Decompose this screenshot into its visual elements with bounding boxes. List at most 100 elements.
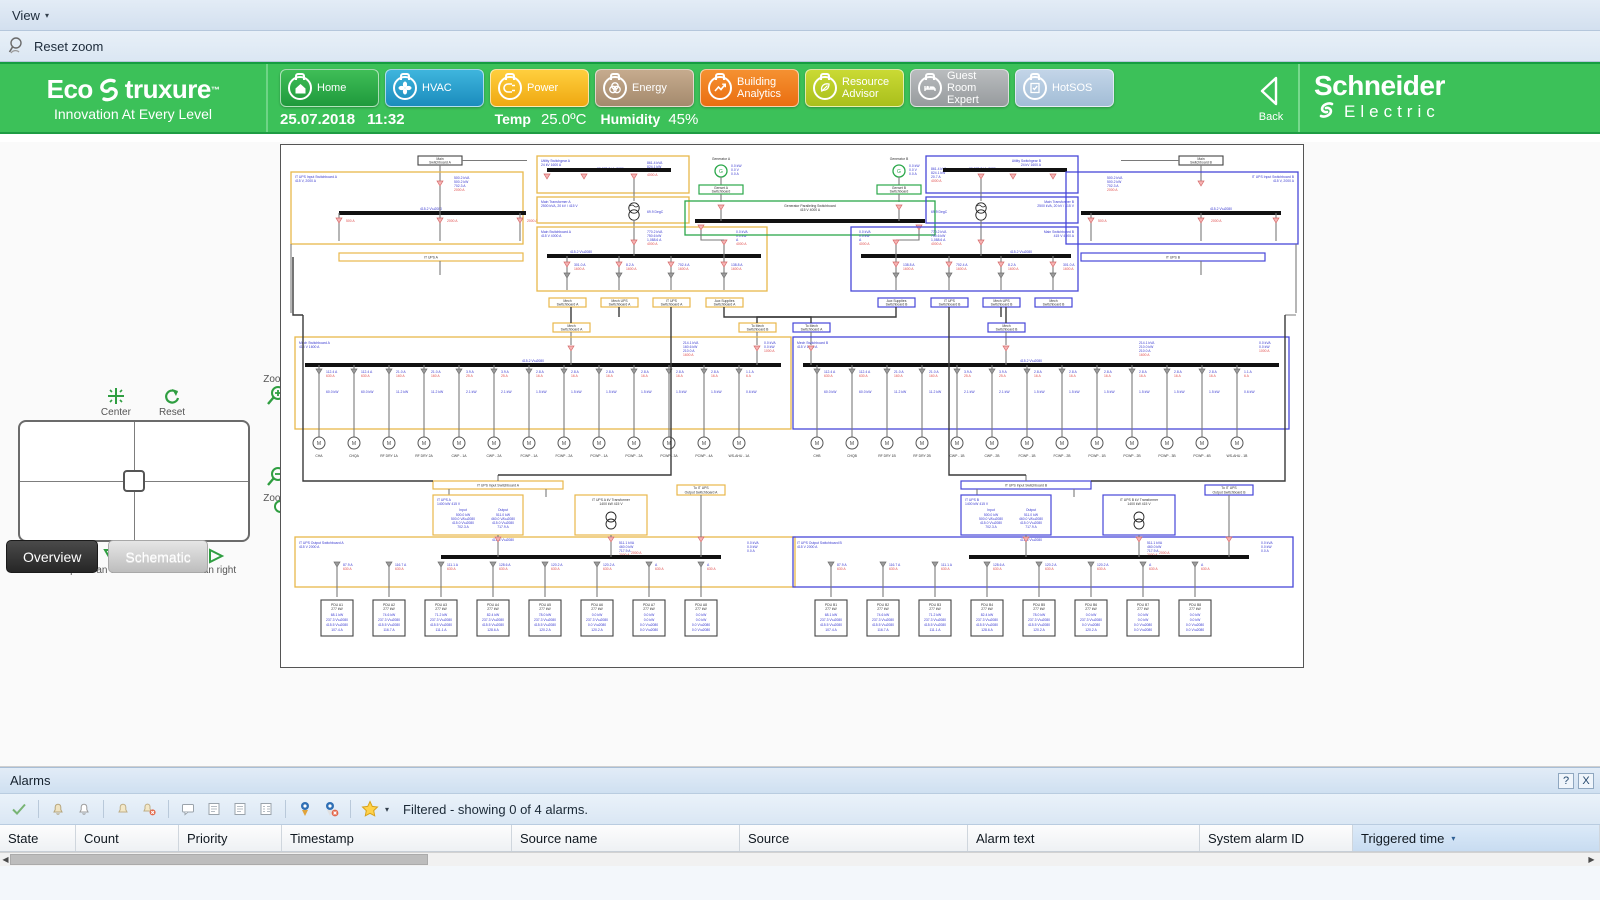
schneider-sub-label: Electric	[1344, 102, 1440, 122]
svg-text:WS-AHU - 1B: WS-AHU - 1B	[1227, 454, 1249, 458]
silence-bell-icon[interactable]	[47, 798, 69, 820]
svg-text:415.2 V\u2080: 415.2 V\u2080	[420, 207, 442, 211]
acknowledge-check-icon[interactable]	[8, 798, 30, 820]
close-icon[interactable]: X	[1578, 773, 1594, 789]
column-header-state[interactable]: State	[0, 825, 76, 851]
nav-button-hotsos[interactable]: HotSOS	[1015, 69, 1114, 107]
favorite-dropdown-caret-icon[interactable]: ▾	[385, 805, 389, 814]
column-header-system-alarm-id[interactable]: System alarm ID	[1200, 825, 1353, 851]
svg-text:1.5 kW: 1.5 kW	[676, 390, 687, 394]
svg-text:415.2 V\u2080: 415.2 V\u2080	[570, 250, 592, 254]
viewport-minimap[interactable]	[18, 420, 250, 542]
svg-text:16 A: 16 A	[1104, 374, 1112, 378]
svg-text:M: M	[387, 441, 391, 447]
svg-text:4000 A: 4000 A	[647, 242, 658, 246]
column-header-source[interactable]: Source	[740, 825, 968, 851]
svg-text:PCWP - 2A: PCWP - 2A	[625, 454, 643, 458]
svg-text:277 kW: 277 kW	[539, 607, 551, 611]
reset-zoom-label[interactable]: Reset zoom	[34, 39, 103, 54]
column-header-priority[interactable]: Priority	[179, 825, 282, 851]
reset-button[interactable]: Reset	[159, 386, 185, 418]
svg-text:277 kW: 277 kW	[435, 607, 447, 611]
svg-text:4000 A: 4000 A	[647, 173, 658, 177]
column-header-count[interactable]: Count	[76, 825, 179, 851]
svg-text:160 A: 160 A	[396, 374, 405, 378]
svg-text:16 A: 16 A	[1174, 374, 1182, 378]
svg-text:FCWP - 1A: FCWP - 1A	[520, 454, 538, 458]
overview-button[interactable]: Overview	[6, 540, 98, 573]
mech-b-load-7: 2.8 A16 A1.5 kWMFCWP - 2B	[1053, 365, 1080, 458]
reset-zoom-magnifier-icon[interactable]	[8, 36, 28, 56]
column-header-timestamp[interactable]: Timestamp	[282, 825, 512, 851]
svg-text:415.5 V\u2080: 415.5 V\u2080	[872, 623, 894, 627]
event-log-icon[interactable]	[229, 798, 251, 820]
nav-button-home[interactable]: Home	[280, 69, 379, 107]
svg-text:24 kV 1600 A: 24 kV 1600 A	[1021, 163, 1042, 167]
status-humidity-value: 45%	[668, 111, 698, 128]
scrollbar-thumb[interactable]	[10, 854, 428, 865]
reset-button-label: Reset	[159, 407, 185, 418]
minimap-viewport-handle[interactable]	[123, 470, 145, 492]
svg-text:74.6 kW: 74.6 kW	[383, 613, 396, 617]
svg-text:1.5 kW: 1.5 kW	[1104, 390, 1115, 394]
svg-text:415.2 V\u2080: 415.2 V\u2080	[1010, 250, 1032, 254]
column-header-triggered-time[interactable]: Triggered time ▾	[1353, 825, 1600, 851]
svg-text:630 A: 630 A	[326, 374, 335, 378]
svg-text:277 kW: 277 kW	[825, 607, 837, 611]
disable-alarm-x-icon[interactable]	[138, 798, 160, 820]
show-alarm-icon[interactable]	[294, 798, 316, 820]
alarm-log-icon[interactable]	[203, 798, 225, 820]
scroll-right-arrow-icon[interactable]: ▶	[1586, 855, 1597, 864]
hide-alarm-icon[interactable]	[320, 798, 342, 820]
svg-text:0.0 kW: 0.0 kW	[644, 618, 655, 622]
svg-text:0.0 A: 0.0 A	[747, 549, 755, 553]
menu-item-view[interactable]: View ▾	[8, 6, 53, 25]
nav-button-energy[interactable]: Energy	[595, 69, 694, 107]
column-header-alarm-text[interactable]: Alarm text	[968, 825, 1200, 851]
svg-text:16 A: 16 A	[676, 374, 684, 378]
status-temp-value: 25.0ºC	[541, 111, 587, 128]
toolbar-separator-2	[103, 800, 104, 818]
nav-button-resource-advisor[interactable]: Resource Advisor	[805, 69, 904, 107]
one-line-schematic[interactable]: .bus { stroke:#111; stroke-width:4; } .w…	[280, 144, 1304, 668]
energy-icon	[603, 76, 627, 100]
svg-text:60.0 kW: 60.0 kW	[824, 390, 837, 394]
svg-text:415.5 V\u2080: 415.5 V\u2080	[534, 623, 556, 627]
nav-button-building-analytics[interactable]: Building Analytics	[700, 69, 799, 107]
it-ups-a-feeder-0: 87.9 A630 A	[334, 562, 353, 597]
back-button[interactable]: Back	[1244, 64, 1300, 132]
alarms-title-bar: Alarms ? X	[0, 767, 1600, 794]
svg-text:M: M	[457, 441, 461, 447]
disable-alarm-icon[interactable]	[112, 798, 134, 820]
it-ups-b-feeder-6: A630 A	[1140, 562, 1158, 597]
svg-text:M: M	[990, 441, 994, 447]
alarms-horizontal-scrollbar[interactable]: ◀ ▶	[0, 852, 1600, 866]
svg-text:M: M	[1060, 441, 1064, 447]
bell-icon[interactable]	[73, 798, 95, 820]
center-button[interactable]: Center	[101, 386, 131, 418]
svg-text:0.0 kW: 0.0 kW	[1190, 618, 1201, 622]
schematic-button[interactable]: Schematic	[108, 540, 207, 573]
pdu-b-1: PDU B2277 kW74.6 kW237.3 V\u2080415.5 V\…	[867, 600, 899, 636]
mech-b-load-9: 2.8 A16 A1.5 kWMPCWP - 2B	[1123, 365, 1150, 458]
help-button[interactable]: ?	[1558, 773, 1574, 789]
favorite-star-icon[interactable]	[359, 798, 381, 820]
nav-button-hvac[interactable]: HVAC	[385, 69, 484, 107]
pdu-a-2: PDU A3277 kW71.2 kW237.3 V\u2080415.5 V\…	[425, 600, 457, 636]
comment-icon[interactable]	[177, 798, 199, 820]
column-header-source-name[interactable]: Source name	[512, 825, 740, 851]
svg-text:415 V, 2000 A: 415 V, 2000 A	[1273, 179, 1295, 183]
svg-text:500 A: 500 A	[1098, 219, 1107, 223]
svg-text:Switchboard A: Switchboard A	[609, 303, 631, 307]
svg-text:M: M	[1165, 441, 1169, 447]
svg-text:128.6 A: 128.6 A	[981, 628, 993, 632]
svg-text:277 kW: 277 kW	[981, 607, 993, 611]
checklist-log-icon[interactable]	[255, 798, 277, 820]
nav-button-power[interactable]: Power	[490, 69, 589, 107]
nav-button-guest-room-expert[interactable]: Guest Room Expert	[910, 69, 1009, 107]
mech-b-load-12: 1.1 A6 A0.6 kWMWS-AHU - 1B	[1227, 365, 1256, 458]
svg-text:0.0 A: 0.0 A	[909, 172, 917, 176]
nav-button-hvac-label: HVAC	[422, 82, 452, 94]
svg-text:237.3 V\u2080: 237.3 V\u2080	[534, 618, 556, 622]
svg-text:1400 kW 415 V: 1400 kW 415 V	[437, 502, 461, 506]
